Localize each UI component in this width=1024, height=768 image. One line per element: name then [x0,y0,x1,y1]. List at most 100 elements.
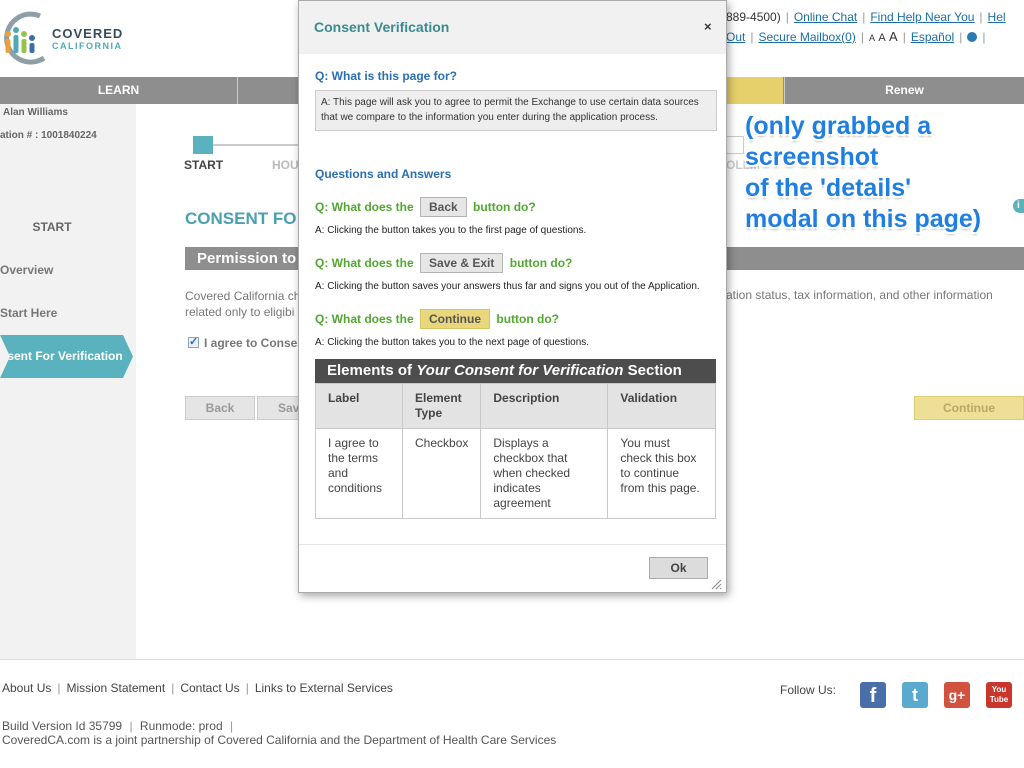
footer-contact-link[interactable]: Contact Us [180,681,239,695]
annotation-line4: modal on this page) [745,205,982,233]
globe-icon[interactable] [967,32,978,42]
save-exit-button[interactable]: Sav [257,396,302,420]
sidebar-item-consent-label: nsent For Verification [0,349,123,363]
progress-label-start: START [184,158,224,172]
elements-table-header-row: Label Element Type Description Validatio… [315,383,716,429]
runmode: Runmode: prod [139,719,223,733]
application-id: ation # : 1001840224 [0,130,97,141]
sidebar: Alan Williams ation # : 1001840224 START… [0,104,136,659]
online-chat-link[interactable]: Online Chat [794,10,857,24]
footer-about-link[interactable]: About Us [2,681,51,695]
permission-section-title: Permission to [197,250,297,267]
youtube-icon-line1: You [991,685,1007,694]
question-suffix: button do? [509,256,573,270]
answer-save-exit-button: A: Clicking the button saves your answer… [315,281,700,292]
progress-step-box [726,136,744,154]
save-exit-button-sample: Save & Exit [420,253,504,273]
close-icon[interactable]: × [704,19,712,34]
question-continue-button: Q: What does the Continue button do? [315,309,559,329]
elements-title-suffix: Section [627,362,682,379]
question-back-button: Q: What does the Back button do? [315,197,536,217]
facebook-icon[interactable]: f [860,682,886,708]
header-label: Label [315,383,403,429]
agree-checkbox-row[interactable]: I agree to Conse [188,335,298,350]
question-prefix: Q: What does the [315,256,414,270]
question-suffix: button do? [496,312,559,326]
elements-section-title: Elements of Your Consent for Verificatio… [315,359,716,383]
logout-link[interactable]: Out [726,30,745,44]
google-plus-icon[interactable]: g+ [944,682,970,708]
question-save-exit-button: Q: What does the Save & Exit button do? [315,253,572,273]
font-size-medium-button[interactable]: A [878,32,885,44]
answer-back-button: A: Clicking the button takes you to the … [315,225,587,236]
back-button-sample: Back [420,197,467,217]
annotation-line3: of the 'details' [745,174,912,202]
continue-button-sample: Continue [420,309,491,329]
table-row: I agree to the terms and conditions Chec… [315,428,716,519]
twitter-icon[interactable]: t [902,682,928,708]
nav-renew[interactable]: Renew [784,77,1024,104]
consent-body-text: Covered California ch related only to el… [185,288,300,320]
header-element-type: Element Type [401,383,482,429]
logo-line1: COVERED [52,26,124,41]
footer-divider [0,659,1024,660]
consent-verification-modal: Consent Verification × Q: What is this p… [298,0,727,593]
info-icon[interactable]: i [1013,199,1024,213]
logo-line2: CALIFORNIA [52,41,123,51]
build-version: Build Version Id 35799 [2,719,123,733]
cell-element-type: Checkbox [401,428,482,519]
sidebar-item-consent[interactable]: nsent For Verification [0,335,133,378]
utility-row-top: 889-4500) | Online Chat | Find Help Near You… [726,10,1006,24]
youtube-icon[interactable]: You Tube [986,682,1012,708]
elements-title-prefix: Elements of [327,362,413,379]
answer-page-purpose: A: This page will ask you to agree to pe… [315,90,717,131]
continue-button[interactable]: Continue [914,396,1024,420]
font-size-small-button[interactable]: A [869,33,875,43]
espanol-link[interactable]: Español [911,30,954,44]
modal-header: Consent Verification × [299,1,726,54]
agree-checkbox[interactable] [188,335,199,348]
nav-learn[interactable]: LEARN [0,77,238,104]
consent-body-line1: Covered California ch [185,289,301,303]
question-prefix: Q: What does the [315,312,414,326]
sidebar-item-overview[interactable]: Overview [0,263,53,277]
cell-label: I agree to the terms and conditions [315,428,403,519]
back-button[interactable]: Back [185,396,255,420]
qa-heading: Questions and Answers [315,167,452,181]
cell-validation: You must check this box to continue from… [607,428,716,519]
consent-body-line2: related only to eligibi [185,305,295,319]
footer-links: About Us | Mission Statement | Contact Us | Li… [2,681,393,695]
footer-external-links[interactable]: Links to External Services [255,681,393,695]
annotation-text: (only grabbed a screenshot of the 'detai… [745,111,981,235]
sidebar-item-start-here[interactable]: Start Here [0,306,57,320]
elements-title-italic: Your Consent for Verification [416,362,624,379]
elements-table: Label Element Type Description Validatio… [315,383,716,519]
find-help-link[interactable]: Find Help Near You [870,10,974,24]
header-validation: Validation [607,383,716,429]
progress-track [213,144,301,146]
logo-text: COVERED CALIFORNIA [52,26,124,52]
font-size-large-button[interactable]: A [889,29,898,44]
cell-description: Displays a checkbox that when checked in… [480,428,609,519]
question-suffix: button do? [473,200,536,214]
ok-button[interactable]: Ok [649,557,708,579]
nav-active-tab[interactable] [726,77,783,104]
agree-checkbox-label: I agree to Conse [204,336,298,350]
modal-title: Consent Verification [314,19,450,35]
progress-label-household: HOU [272,158,299,172]
page-title: CONSENT FO [185,209,297,228]
sidebar-section-start: START [32,220,72,234]
secure-mailbox-link[interactable]: Secure Mailbox(0) [758,30,855,44]
partnership-text: CoveredCA.com is a joint partnership of … [2,733,557,747]
help-link[interactable]: Hel [988,10,1006,24]
answer-continue-button: A: Clicking the button takes you to the … [315,337,590,348]
user-name: Alan Williams [3,107,68,118]
utility-row-bottom: Out | Secure Mailbox(0) | A A A | Español | | [726,29,986,44]
consent-body-text-right: ation status, tax information, and other… [726,288,993,302]
resize-grip-icon[interactable] [710,578,722,590]
modal-footer-divider [299,544,726,545]
question-page-purpose: Q: What is this page for? [315,69,458,83]
build-info: Build Version Id 35799 | Runmode: prod | [2,719,234,733]
progress-current-step [193,136,213,154]
footer-mission-link[interactable]: Mission Statement [66,681,165,695]
